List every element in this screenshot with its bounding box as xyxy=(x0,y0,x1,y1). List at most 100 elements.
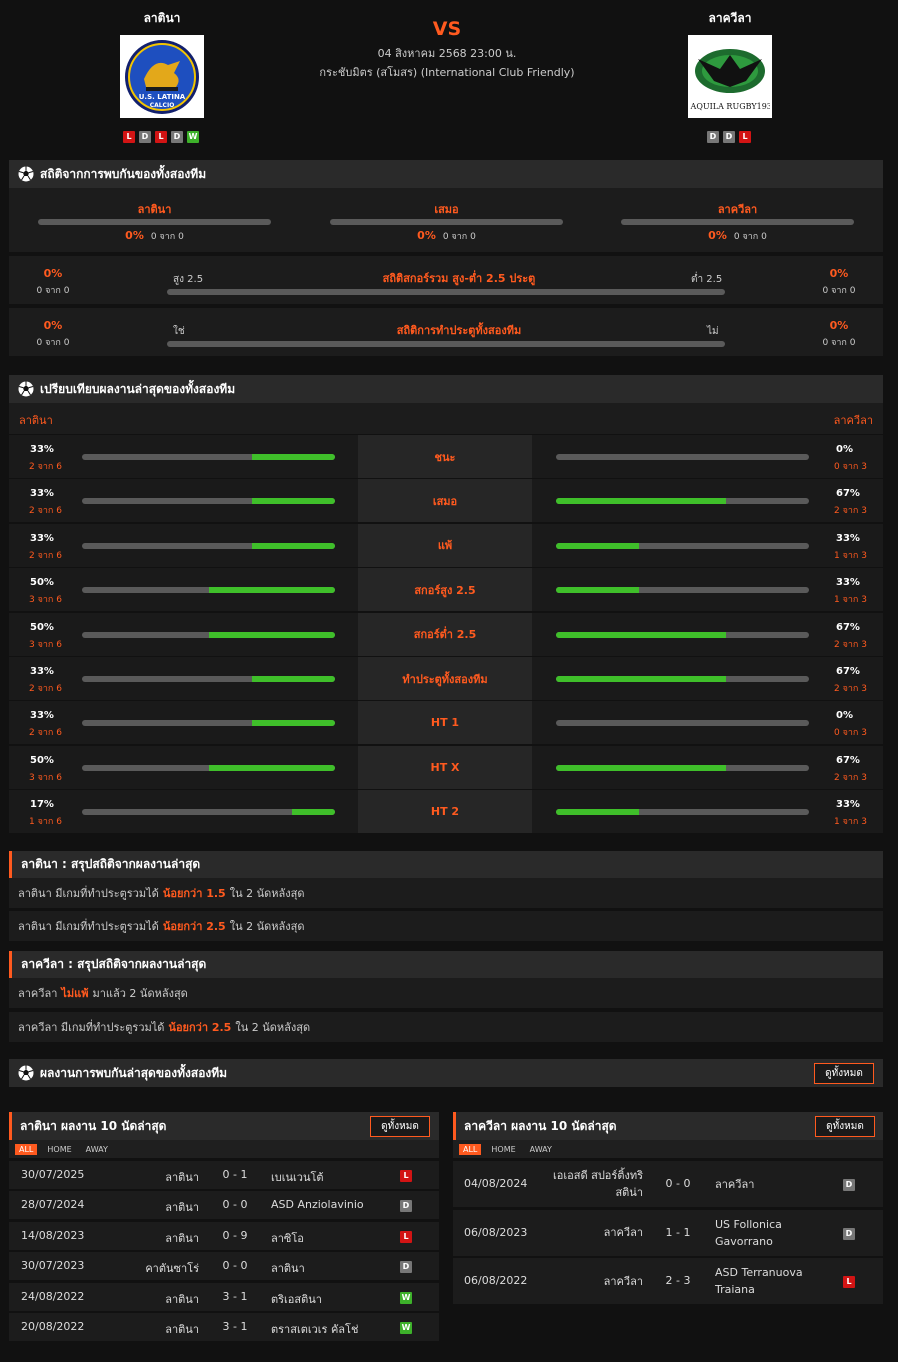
table-row[interactable]: 14/08/2023 ลาตินา 0 - 9 ลาซิโอ L xyxy=(9,1221,439,1250)
h2h-home-label: ลาตินา xyxy=(137,203,172,216)
h2h-draw-pct: 0% xyxy=(417,229,436,242)
away-team-name[interactable]: ลาควีลา xyxy=(670,9,790,28)
tab-away[interactable]: AWAY xyxy=(526,1144,556,1155)
table-row[interactable]: 30/07/2023 คาตันซาโร่ 0 - 0 ลาตินา D xyxy=(9,1252,439,1281)
compare-away-bar-fill xyxy=(556,631,726,638)
match-score: 0 - 0 xyxy=(665,1177,691,1190)
tab-away[interactable]: AWAY xyxy=(82,1144,112,1155)
vs-label: VS xyxy=(432,18,462,40)
btts-right-sub: 0 จาก 0 xyxy=(822,338,856,348)
compare-home-bar-fill xyxy=(208,587,335,594)
match-away-team[interactable]: ลาตินา xyxy=(271,1259,305,1277)
h2h-away-sub: 0 จาก 0 xyxy=(733,232,767,242)
compare-home-bar xyxy=(82,809,335,816)
h2h-draw-label: เสมอ xyxy=(434,203,459,216)
compare-away-bar xyxy=(556,542,809,549)
compare-row-label: ชนะ xyxy=(358,435,532,478)
compare-home-bar-fill xyxy=(292,809,335,816)
compare-away-sub: 0 จาก 3 xyxy=(834,462,867,472)
result-badge: L xyxy=(400,1230,412,1243)
match-away-team[interactable]: ASD Anziolavinio xyxy=(271,1198,364,1211)
away-last10-view-all-button[interactable]: ดูทั้งหมด xyxy=(815,1116,875,1137)
compare-row: 50% 3 จาก 6 สกอร์สูง 2.5 33% 1 จาก 3 xyxy=(9,568,883,612)
compare-away-bar xyxy=(556,764,809,771)
match-away-team[interactable]: ตริเอสตินา xyxy=(271,1290,322,1308)
match-away-team[interactable]: เบเนเวนโต้ xyxy=(271,1168,324,1186)
home-last10-view-all-button[interactable]: ดูทั้งหมด xyxy=(370,1116,430,1137)
latina-crest-icon: U.S. LATINA CALCIO xyxy=(125,39,199,114)
compare-home-sub: 3 จาก 6 xyxy=(29,595,62,606)
compare-row: 33% 2 จาก 6 แพ้ 33% 1 จาก 3 xyxy=(9,523,883,567)
match-home-team[interactable]: คาตันซาโร่ xyxy=(145,1259,199,1277)
table-row[interactable]: 06/08/2023 ลาควีลา 1 - 1 US Follonica Gavor… xyxy=(453,1209,883,1256)
compare-home-pct: 33% xyxy=(30,488,54,500)
match-away-team[interactable]: ตราสเตเวเร คัลโช่ xyxy=(271,1320,358,1338)
match-score: 1 - 1 xyxy=(665,1225,691,1239)
table-row[interactable]: 28/07/2024 ลาตินา 0 - 0 ASD Anziolavinio D xyxy=(9,1191,439,1220)
compare-away-sub: 2 จาก 3 xyxy=(834,684,867,694)
match-datetime: 04 สิงหาคม 2568 23:00 น. xyxy=(377,47,517,60)
ou-right-sub: 0 จาก 0 xyxy=(822,286,856,296)
away-team-logo[interactable]: L'AQUILA RUGBY1936 xyxy=(688,35,772,118)
ou-title: สถิติสกอร์รวม สูง-ต่ำ 2.5 ประตู xyxy=(382,272,536,285)
compare-home-sub: 1 จาก 6 xyxy=(29,817,62,828)
result-badge: D xyxy=(400,1261,412,1274)
table-row[interactable]: 06/08/2022 ลาควีลา 2 - 3 ASD Terranuova Tra… xyxy=(453,1258,883,1304)
match-home-team[interactable]: ลาควีลา xyxy=(545,1265,643,1297)
h2h-section-title: สถิติจากการพบกันของทั้งสองทีม xyxy=(40,166,207,181)
match-home-team[interactable]: ลาตินา xyxy=(165,1168,199,1186)
compare-home-pct: 33% xyxy=(30,444,54,455)
match-home-team[interactable]: เอเอสดี สปอร์ติ้งทริ สติน่า xyxy=(545,1168,643,1200)
result-badge: D xyxy=(843,1179,855,1191)
table-row[interactable]: 04/08/2024 เอเอสดี สปอร์ติ้งทริ สติน่า 0 -… xyxy=(453,1161,883,1207)
away-summary-header: ลาควีลา : สรุปสถิติจากผลงานล่าสุด xyxy=(9,951,883,978)
compare-home-bar-fill xyxy=(208,631,335,638)
match-score: 2 - 3 xyxy=(665,1274,691,1287)
match-date: 30/07/2023 xyxy=(21,1259,85,1273)
match-home-team[interactable]: ลาตินา xyxy=(165,1320,199,1338)
away-last10-tabs: ALL HOME AWAY xyxy=(453,1140,883,1158)
tab-home[interactable]: HOME xyxy=(43,1144,75,1155)
match-home-team[interactable]: ลาตินา xyxy=(165,1198,199,1216)
compare-home-bar-fill xyxy=(208,764,335,771)
table-row[interactable]: 20/08/2022 ลาตินา 3 - 1 ตราสเตเวเร คัลโช่ W xyxy=(9,1313,439,1341)
compare-home-bar xyxy=(82,542,335,549)
match-away-team[interactable]: US Follonica Gavorrano xyxy=(715,1217,825,1249)
compare-home-pct: 50% xyxy=(30,577,54,589)
h2h-home-bar xyxy=(38,219,271,225)
match-date: 24/08/2022 xyxy=(21,1289,85,1303)
away-summary-row: ลาควีลา มีเกมที่ทำประตูรวมได้ น้อยกว่า 2.… xyxy=(9,1012,883,1042)
compare-away-bar xyxy=(556,631,809,638)
match-score: 0 - 9 xyxy=(222,1228,248,1242)
match-home-team[interactable]: ลาควีลา xyxy=(545,1217,643,1249)
aquila-rugby-crest-icon: L'AQUILA RUGBY1936 xyxy=(690,48,770,111)
match-score: 0 - 0 xyxy=(222,1259,248,1273)
compare-row: 33% 2 จาก 6 เสมอ 67% 2 จาก 3 xyxy=(9,479,883,523)
table-row[interactable]: 30/07/2025 ลาตินา 0 - 1 เบเนเวนโต้ L xyxy=(9,1161,439,1189)
compare-home-bar-fill xyxy=(251,454,335,460)
match-away-team[interactable]: ลาควีลา xyxy=(715,1168,825,1200)
result-badge: D xyxy=(843,1227,855,1240)
form-badge: L xyxy=(155,131,167,143)
away-summary-row: ลาควีลา ไม่แพ้ มาแล้ว 2 นัดหลังสุด xyxy=(9,978,883,1008)
ou-left-label: สูง 2.5 xyxy=(173,274,204,285)
table-row[interactable]: 24/08/2022 ลาตินา 3 - 1 ตริเอสตินา W xyxy=(9,1282,439,1311)
meetings-view-all-button[interactable]: ดูทั้งหมด xyxy=(814,1063,874,1084)
match-away-team[interactable]: ลาซิโอ xyxy=(271,1229,304,1247)
meetings-section-title: ผลงานการพบกันล่าสุดของทั้งสองทีม xyxy=(40,1065,228,1080)
tab-home[interactable]: HOME xyxy=(487,1144,519,1155)
compare-home-label: ลาตินา xyxy=(19,414,53,427)
match-home-team[interactable]: ลาตินา xyxy=(165,1290,199,1308)
tab-all[interactable]: ALL xyxy=(15,1143,38,1155)
match-home-team[interactable]: ลาตินา xyxy=(165,1229,199,1247)
compare-away-bar xyxy=(556,587,809,594)
home-team-logo[interactable]: U.S. LATINA CALCIO xyxy=(120,35,204,118)
home-team-name[interactable]: ลาตินา xyxy=(102,9,222,28)
match-away-team[interactable]: ASD Terranuova Traiana xyxy=(715,1265,825,1297)
tab-all[interactable]: ALL xyxy=(459,1143,482,1155)
form-badge: W xyxy=(187,131,199,143)
home-last10-tabs: ALL HOME AWAY xyxy=(9,1140,439,1158)
compare-team-labels: ลาตินา ลาควีลา xyxy=(9,403,883,434)
compare-away-pct: 67% xyxy=(836,621,860,633)
compare-row: 50% 3 จาก 6 HT X 67% 2 จาก 3 xyxy=(9,745,883,789)
